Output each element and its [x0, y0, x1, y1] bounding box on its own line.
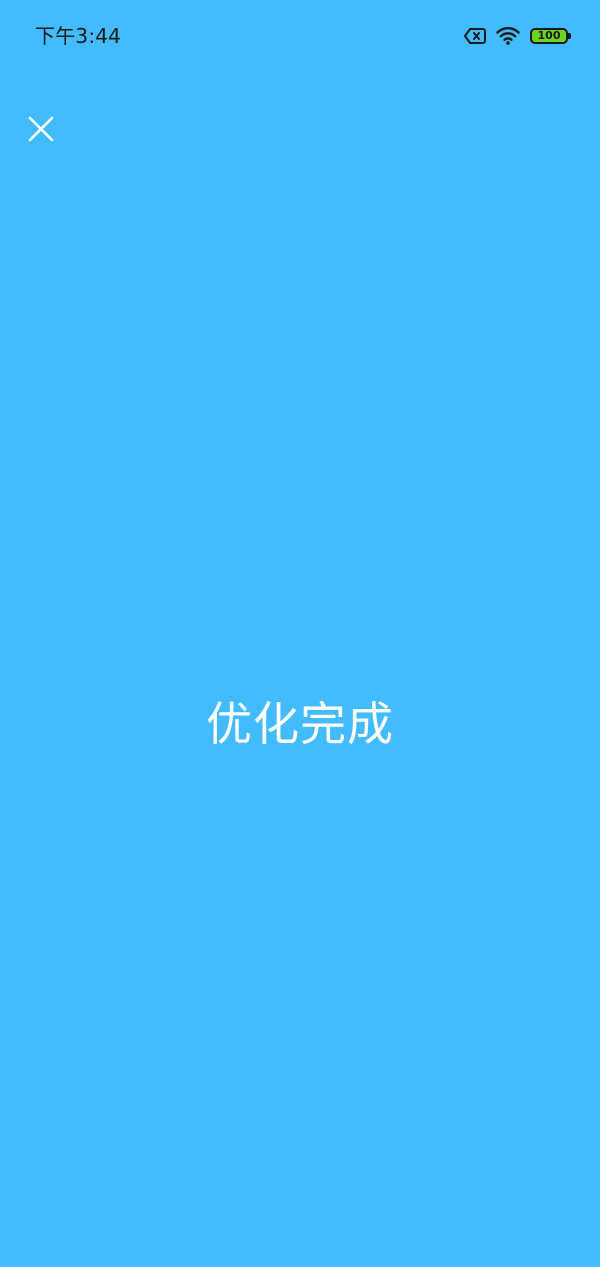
status-time: 下午3:44: [35, 24, 122, 48]
battery-level: 100: [537, 29, 561, 42]
status-icons: 100: [464, 24, 571, 48]
battery-icon: 100: [530, 28, 571, 44]
sim-error-icon: [464, 27, 486, 45]
status-bar: 下午3:44 100: [0, 0, 600, 72]
wifi-icon: [496, 27, 520, 45]
optimization-complete-text: 优化完成: [206, 697, 394, 751]
close-icon: [28, 116, 54, 142]
close-button[interactable]: [20, 108, 62, 150]
